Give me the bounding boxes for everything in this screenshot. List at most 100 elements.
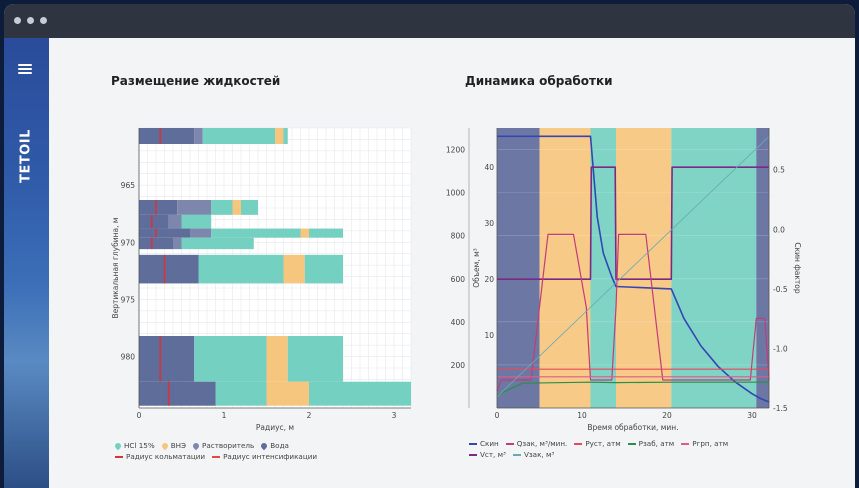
left-panel-title: Размещение жидкостей bbox=[111, 74, 281, 88]
line-swatch-icon bbox=[115, 456, 123, 458]
legend-rgrp[interactable]: Ргрп, атм bbox=[681, 438, 728, 449]
vne-segment bbox=[266, 336, 288, 382]
legend-skin[interactable]: Скин bbox=[469, 438, 499, 449]
legend-label: Радиус кольматации bbox=[126, 452, 206, 461]
skin-axis-label: Скин фактор bbox=[793, 242, 802, 293]
legend-hcl[interactable]: HCl 15% bbox=[113, 440, 155, 451]
vne-segment bbox=[266, 381, 309, 406]
legend-label: Vст, м³ bbox=[480, 450, 506, 459]
water-band bbox=[756, 128, 769, 408]
line-swatch-icon bbox=[505, 443, 514, 445]
legend-label: HCl 15% bbox=[124, 441, 155, 450]
hcl-segment bbox=[215, 381, 267, 406]
legend-label: Руст, атм bbox=[585, 439, 621, 448]
legend-vst[interactable]: Vст, м³ bbox=[469, 449, 506, 460]
hcl-segment bbox=[181, 214, 207, 229]
legend-intensification-radius[interactable]: Радиус интенсификации bbox=[212, 451, 317, 462]
window-close-dot[interactable] bbox=[14, 17, 21, 24]
vne-segment bbox=[300, 228, 309, 238]
x-tick-label: 30 bbox=[747, 411, 757, 420]
hamburger-menu-icon[interactable] bbox=[18, 64, 34, 76]
legend-label: Ргрп, атм bbox=[692, 439, 729, 448]
hcl-segment bbox=[309, 228, 343, 238]
legend-kolmatation-radius[interactable]: Радиус кольматации bbox=[115, 451, 205, 462]
skin-tick-label: -0.5 bbox=[773, 285, 788, 294]
legend-qzak[interactable]: Qзак, м³/мин. bbox=[505, 438, 568, 449]
line-swatch-icon bbox=[212, 456, 221, 458]
water-segment bbox=[139, 381, 216, 406]
droplet-icon bbox=[259, 441, 269, 451]
hcl-segment bbox=[287, 336, 343, 382]
x-tick-label: 2 bbox=[307, 411, 312, 420]
pressure-tick-label: 200 bbox=[451, 361, 466, 370]
legend-rzab[interactable]: Рзаб, атм bbox=[627, 438, 675, 449]
water-segment bbox=[139, 200, 178, 215]
solvent-segment bbox=[168, 214, 182, 229]
legend-label: Растворитель bbox=[202, 441, 255, 450]
legend-water[interactable]: Вода bbox=[259, 440, 289, 451]
hcl-segment bbox=[198, 254, 284, 284]
vne-segment bbox=[283, 254, 305, 284]
window-titlebar bbox=[4, 4, 855, 38]
y-tick-label: 980 bbox=[121, 353, 136, 362]
line-swatch-icon bbox=[681, 443, 690, 445]
fluid-placement-chart: 0 1 2 3 965 970 975 980 Радиус, м Вертикальная гл… bbox=[111, 127, 412, 432]
legend-rust[interactable]: Руст, атм bbox=[574, 438, 621, 449]
app-window: TETOIL Размещение жидкостей Динамика обр… bbox=[4, 4, 855, 488]
x-axis-label: Радиус, м bbox=[256, 423, 294, 432]
water-segment bbox=[139, 214, 169, 229]
pressure-tick-label: 1200 bbox=[446, 146, 465, 155]
solvent-segment bbox=[194, 128, 203, 144]
hcl-segment bbox=[211, 200, 233, 215]
legend-vzak[interactable]: Vзак, м³ bbox=[512, 449, 555, 460]
brand-logo: TETOIL bbox=[18, 129, 34, 183]
solvent-segment bbox=[190, 228, 212, 238]
legend-solvent[interactable]: Растворитель bbox=[191, 440, 255, 451]
legend-label: Радиус интенсификации bbox=[223, 452, 318, 461]
line-swatch-icon bbox=[627, 443, 636, 445]
volume-tick-label: 30 bbox=[484, 219, 494, 228]
hcl-segment bbox=[249, 237, 254, 250]
legend-label: Рзаб, атм bbox=[638, 439, 675, 448]
hcl-segment bbox=[241, 200, 258, 215]
sidebar: TETOIL bbox=[4, 38, 49, 488]
hcl-segment bbox=[304, 254, 343, 284]
legend-label: Vзак, м³ bbox=[523, 450, 555, 459]
main-content: Размещение жидкостей Динамика обработки … bbox=[49, 38, 855, 488]
solvent-segment bbox=[177, 200, 212, 215]
legend-label: Скин bbox=[480, 439, 499, 448]
window-maximize-dot[interactable] bbox=[40, 17, 47, 24]
water-segment bbox=[139, 336, 195, 382]
vne-band bbox=[539, 128, 591, 408]
droplet-icon bbox=[160, 441, 169, 451]
pressure-tick-label: 400 bbox=[451, 318, 466, 327]
x-axis-label: Время обработки, мин. bbox=[587, 423, 678, 432]
x-tick-label: 3 bbox=[392, 411, 397, 420]
legend-label: Qзак, м³/мин. bbox=[516, 439, 568, 448]
water-segment bbox=[139, 254, 199, 284]
legend-label: Вода bbox=[270, 441, 289, 450]
volume-tick-label: 40 bbox=[484, 163, 494, 172]
y-axis-label: Вертикальная глубина, м bbox=[111, 217, 120, 318]
line-swatch-icon bbox=[469, 454, 477, 456]
volume-tick-label: 10 bbox=[484, 331, 494, 340]
legend-vne[interactable]: ВНЭ bbox=[160, 440, 187, 451]
y-tick-label: 965 bbox=[121, 181, 136, 190]
x-tick-label: 0 bbox=[137, 411, 142, 420]
hcl-segment bbox=[211, 228, 301, 238]
line-swatch-icon bbox=[574, 443, 583, 445]
pressure-tick-label: 800 bbox=[451, 232, 466, 241]
skin-tick-label: -1.0 bbox=[773, 344, 788, 353]
dynamics-legend: Скин Qзак, м³/мин. Руст, атм Рзаб, атм Ргрп,… bbox=[469, 438, 809, 460]
legend-label: ВНЭ bbox=[170, 441, 187, 450]
skin-tick-label: -1.5 bbox=[773, 404, 788, 413]
volume-tick-label: 20 bbox=[484, 275, 494, 284]
hcl-segment bbox=[194, 336, 267, 382]
vne-band bbox=[616, 128, 672, 408]
hcl-segment bbox=[181, 237, 250, 250]
hcl-segment bbox=[309, 381, 411, 406]
right-panel-title: Динамика обработки bbox=[465, 74, 613, 88]
window-minimize-dot[interactable] bbox=[27, 17, 34, 24]
solvent-segment bbox=[173, 237, 182, 250]
hcl-band bbox=[671, 128, 757, 408]
